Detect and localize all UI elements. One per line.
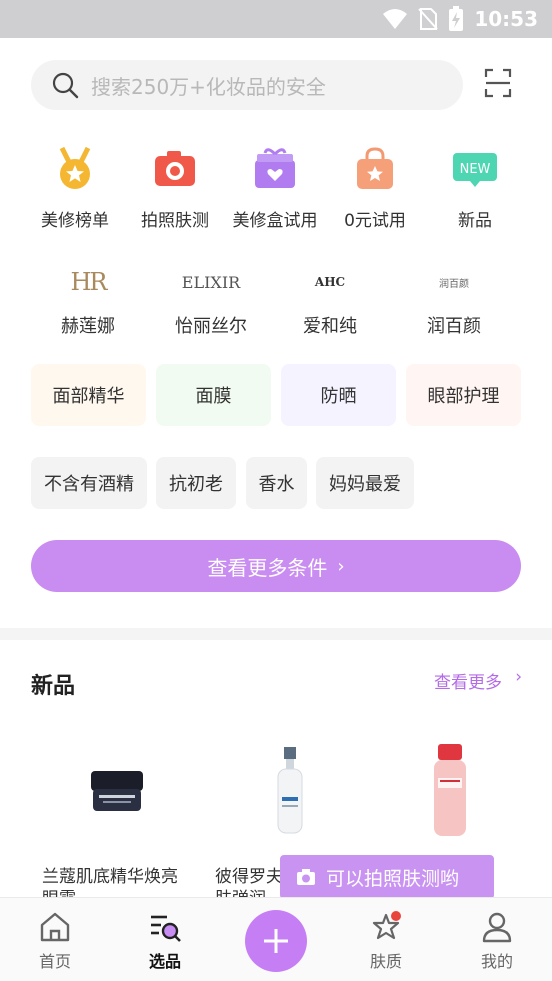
battery-charging-icon: [449, 6, 464, 31]
new-badge-icon: NEW: [452, 146, 498, 192]
more-conditions-button[interactable]: 查看更多条件 ›: [31, 540, 521, 592]
tag-perfume[interactable]: 香水: [246, 457, 307, 509]
see-more-link[interactable]: 查看更多: [434, 668, 502, 693]
brand-label: 爱和纯: [303, 316, 357, 337]
quick-action-photo-skin-test[interactable]: 拍照肤测: [125, 146, 225, 231]
section-title: 新品: [31, 674, 76, 699]
skin-type-icon: [372, 911, 401, 940]
quick-action-new-products[interactable]: NEW 新品: [425, 146, 525, 231]
brand-row: HR 赫莲娜 ELIXIR 怡丽丝尔 AHC 爱和纯 润百颜 润百颜: [0, 264, 552, 338]
search-icon: [52, 72, 79, 99]
brand-logo-ahc: AHC: [314, 275, 346, 289]
brand-helena-rubinstein[interactable]: HR 赫莲娜: [33, 264, 143, 338]
quick-action-label: 美修盒试用: [232, 211, 318, 231]
chevron-right-icon: ›: [337, 555, 345, 577]
scan-icon[interactable]: [484, 68, 512, 98]
tag-alcohol-free[interactable]: 不含有酒精: [31, 457, 147, 509]
brand-ahc[interactable]: AHC 爱和纯: [275, 264, 385, 338]
brand-label: 润百颜: [427, 316, 481, 337]
status-bar: 10:53: [0, 0, 552, 38]
home-icon: [40, 912, 70, 942]
medal-icon: [52, 146, 98, 192]
tab-profile[interactable]: 我的: [457, 898, 537, 981]
search-placeholder: 搜索250万+化妆品的安全: [91, 74, 326, 99]
brand-logo-elixir: ELIXIR: [181, 272, 241, 292]
product-image-cleansing-water: [365, 732, 535, 852]
brand-label: 赫莲娜: [61, 316, 115, 337]
more-conditions-label: 查看更多条件: [207, 555, 328, 580]
tab-label: 肤质: [369, 952, 402, 971]
wifi-icon: [383, 9, 408, 29]
chevron-right-icon: ›: [515, 667, 522, 687]
camera-icon: [297, 869, 315, 885]
product-image-eye-cream: [32, 732, 202, 852]
quick-action-ranking[interactable]: 美修榜单: [25, 146, 125, 231]
tag-mom-favorite[interactable]: 妈妈最爱: [316, 457, 414, 509]
category-face-serum[interactable]: 面部精华: [31, 364, 146, 426]
filter-card: 搜索250万+化妆品的安全 美修榜单 拍照肤测 美修盒试用 0元试用 NEW 新…: [0, 38, 552, 628]
quick-actions: 美修榜单 拍照肤测 美修盒试用 0元试用 NEW 新品: [0, 146, 552, 231]
category-eye-care[interactable]: 眼部护理: [406, 364, 521, 426]
tab-label: 选品: [148, 952, 181, 971]
category-sunscreen[interactable]: 防晒: [281, 364, 396, 426]
no-sim-icon: [418, 8, 439, 30]
quick-action-label: 新品: [458, 211, 492, 231]
brand-logo-bioyouth: 润百颜: [439, 278, 469, 290]
brand-logo-hr: HR: [70, 268, 108, 296]
quick-action-trial-box[interactable]: 美修盒试用: [225, 146, 325, 231]
new-badge-text: NEW: [460, 162, 491, 177]
category-mask[interactable]: 面膜: [156, 364, 271, 426]
quick-action-label: 拍照肤测: [141, 211, 209, 231]
photo-skin-test-tooltip[interactable]: 可以拍照肤测哟: [280, 855, 494, 907]
quick-action-label: 美修榜单: [41, 211, 109, 231]
profile-icon: [482, 912, 512, 943]
product-search-icon: [151, 915, 181, 942]
product-card[interactable]: 兰蔻肌底精华焕亮眼霜: [32, 732, 202, 910]
camera-icon: [152, 146, 198, 192]
status-time: 10:53: [474, 7, 538, 31]
gift-box-icon: [252, 146, 298, 192]
shopping-bag-icon: [352, 146, 398, 192]
tag-anti-aging[interactable]: 抗初老: [156, 457, 236, 509]
product-image-serum-bottle: [205, 732, 375, 852]
quick-action-label: 0元试用: [344, 211, 406, 231]
brand-label: 怡丽丝尔: [175, 316, 247, 337]
tab-label: 我的: [480, 952, 513, 971]
tab-label: 首页: [38, 952, 71, 971]
tab-skin-type[interactable]: 肤质: [346, 898, 426, 981]
quick-action-free-trial[interactable]: 0元试用: [325, 146, 425, 231]
brand-elixir[interactable]: ELIXIR 怡丽丝尔: [151, 264, 271, 338]
tab-home[interactable]: 首页: [15, 898, 95, 981]
add-button[interactable]: [245, 910, 307, 972]
brand-bioyouth[interactable]: 润百颜 润百颜: [399, 264, 509, 338]
search-bar[interactable]: 搜索250万+化妆品的安全: [31, 60, 463, 110]
tab-product-selection[interactable]: 选品: [125, 898, 205, 981]
tooltip-text: 可以拍照肤测哟: [326, 867, 460, 890]
plus-icon: [264, 929, 288, 953]
